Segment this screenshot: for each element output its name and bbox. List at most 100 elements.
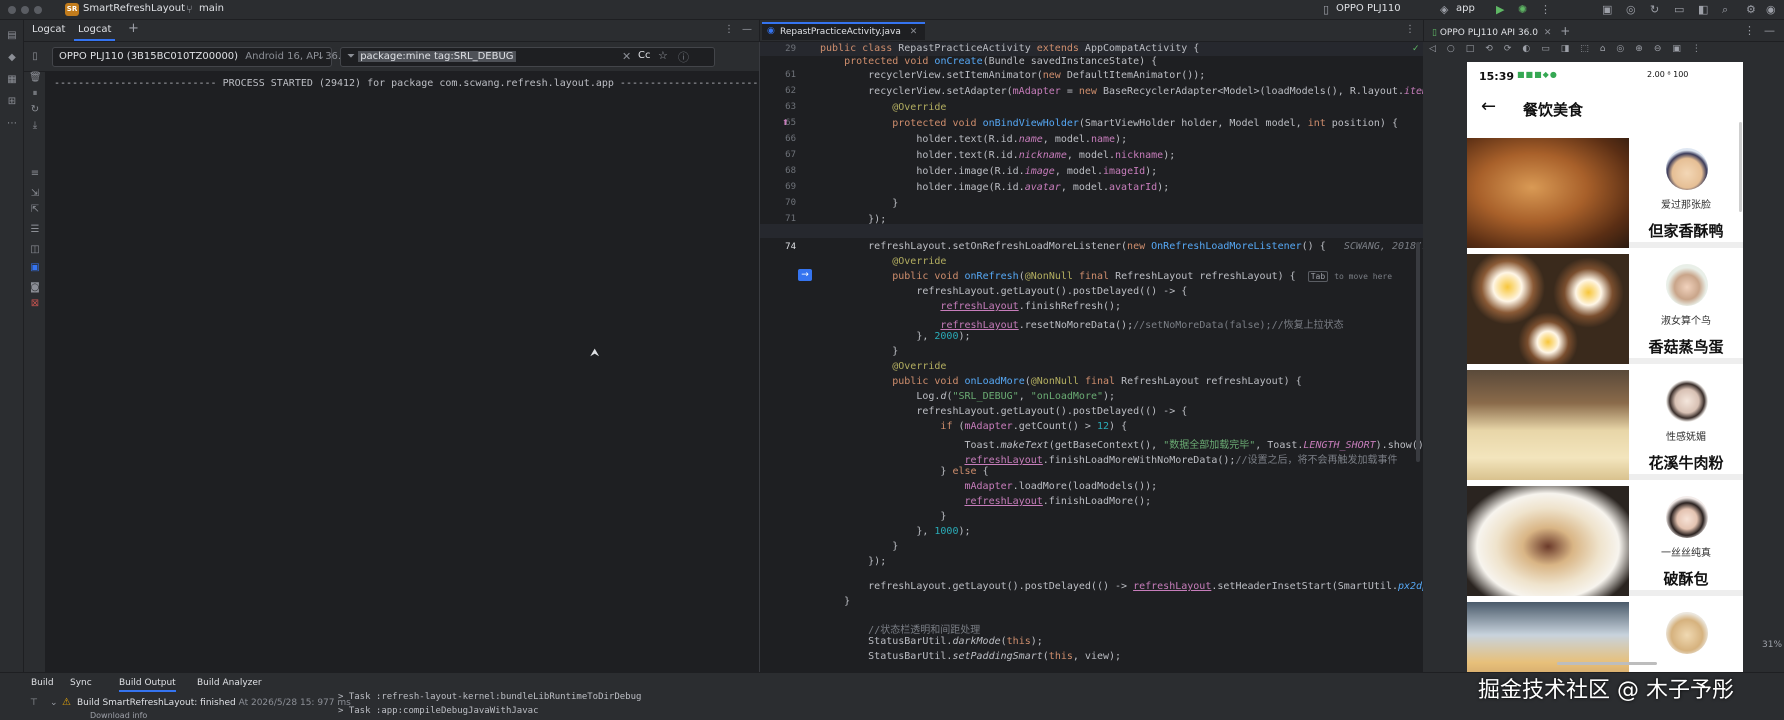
scroll-to-end-icon[interactable]: ⤓ [29,120,41,132]
minimize-icon[interactable]: — [742,24,752,35]
record-icon[interactable]: ◙ [29,282,41,294]
emulator-minimize-icon[interactable]: — [1764,24,1775,37]
emulator-control-icons[interactable]: ◁○□⟲⟳◐▭◨⬚⌂◎⊕⊖▣⋮ [1429,44,1712,54]
tab-build-output[interactable]: Build Output [119,678,176,692]
add-tab-icon[interactable]: + [128,21,139,36]
branch-dropdown[interactable]: main [199,3,224,14]
tab-sync[interactable]: Sync [70,678,92,688]
pause-icon[interactable]: ⏸ [29,88,41,100]
code-line: protected void onBindViewHolder(SmartVie… [892,118,1398,129]
format-icon[interactable]: ⇲ [29,188,41,200]
tab-running-device[interactable]: ▯ OPPO PLJ110 API 36.0 ✕ + [1432,24,1570,38]
dish-name: 花溪牛肉粉 [1648,454,1724,472]
structure-icon[interactable]: ⊞ [6,96,18,108]
vertical-scroll-indicator [1739,122,1742,212]
run-config-dropdown[interactable]: app [1456,3,1475,14]
expand-arrow-icon[interactable]: ⌄ [50,698,58,708]
override-gutter-icon[interactable]: → [798,269,812,281]
device-dropdown[interactable]: OPPO PLJ110 [1336,3,1401,14]
food-image [1467,254,1629,364]
line-number: 61 [785,70,796,80]
code-line: holder.image(R.id.image, model.imageId); [820,166,1158,177]
help-icon[interactable]: ⓘ [678,49,689,65]
resource-manager-icon[interactable]: ◆ [6,52,18,64]
chevron-down-icon: ⌄ [316,51,325,62]
more-tools-icon[interactable]: ⋯ [6,118,18,130]
window-close-control[interactable] [8,6,16,14]
dish-name: 但家香酥鸭 [1648,222,1724,240]
phone-screen[interactable]: 15:39 ■■■◆● 2.00 ⁸ 100 ← 餐饮美食 爱过那张脸 但家香酥… [1467,62,1743,672]
project-name-dropdown[interactable]: SmartRefreshLayout [83,3,185,14]
inspection-ok-icon[interactable]: ✓ [1412,44,1420,54]
settings-icon[interactable]: ⚙ [1746,3,1756,16]
override-marker-icon[interactable]: ⬆ [782,118,789,127]
close-device-tab-icon[interactable]: ✕ [1544,28,1552,38]
device-manager-icon[interactable]: ▭ [1674,3,1684,16]
window-minimize-control[interactable] [21,6,29,14]
clear-filter-icon[interactable]: ✕ [622,50,631,63]
match-case-toggle[interactable]: Cc [638,50,650,61]
run-icon[interactable]: ▶ [1496,3,1504,16]
account-icon[interactable]: ◉ [1766,3,1776,16]
attach-debugger-icon[interactable]: ▣ [1602,3,1612,16]
window-zoom-control[interactable] [34,6,42,14]
editor-options-icon[interactable]: ⋮ [1405,24,1415,35]
sync-icon[interactable]: ↻ [1650,3,1659,16]
split-icon[interactable]: ◫ [29,244,41,256]
code-line: }); [820,214,887,225]
logcat-output[interactable]: --------------------------- PROCESS STAR… [46,72,782,672]
clear-log-icon[interactable]: 🗑 [29,72,42,84]
screenshot-icon[interactable]: ▣ [29,262,41,274]
project-badge: SR [65,3,79,16]
profile-icon[interactable]: ◎ [1626,3,1636,16]
logcat-tool-icon[interactable]: ▦ [6,74,18,86]
editor-scrollbar[interactable] [1416,242,1420,462]
title-bar: SR SmartRefreshLayout ⑂ main ▯ OPPO PLJ1… [0,0,1784,20]
line-number: 74 [785,242,796,252]
back-arrow-icon[interactable]: ← [1481,96,1496,117]
download-info[interactable]: Download info [90,711,147,720]
list-item[interactable]: 性感妩媚 花溪牛肉粉 [1467,370,1743,480]
code-line: public class RepastPracticeActivity exte… [820,43,1200,54]
code-line: }, 1000); [820,526,971,537]
search-icon[interactable]: ⌕ [1722,3,1728,17]
device-select[interactable]: OPPO PLJ110 (3B15BC010TZ00000) Android 1… [52,47,347,67]
favorite-icon[interactable]: ☆ [658,49,668,62]
zoom-level[interactable]: 31% [1762,640,1782,650]
project-icon[interactable]: ▤ [6,30,18,42]
editor-tab-bar: ◉ RepastPracticeActivity.java ✕ ⋮ [759,20,1423,42]
warning-icon: ⚠ [62,697,71,708]
device-icon: ▯ [1432,28,1437,38]
soft-wrap-icon[interactable]: ≡ [29,168,41,180]
build-status[interactable]: Build SmartRefreshLayout: finished At 20… [77,698,351,708]
list-item[interactable]: 淑女算个鸟 香菇蒸鸟蛋 [1467,254,1743,364]
export-icon[interactable]: ⇱ [29,204,41,216]
code-line: StatusBarUtil.setPaddingSmart(this, view… [820,651,1122,662]
code-line: }); [820,556,887,567]
more-actions-icon[interactable]: ⋮ [1540,3,1551,16]
task-line: > Task :app:compileDebugJavaWithJavac [338,706,539,716]
options-icon[interactable]: ⋮ [724,24,734,35]
code-editor[interactable]: 29 public class RepastPracticeActivity e… [759,42,1423,672]
tab-build-analyzer[interactable]: Build Analyzer [197,678,262,688]
tab-logcat[interactable]: Logcat [73,24,116,41]
close-tab-icon[interactable]: ✕ [910,27,918,37]
phone-app-bar: ← 餐饮美食 [1467,88,1743,128]
list-item[interactable]: 一丝丝纯真 破酥包 [1467,486,1743,596]
emulator-options-icon[interactable]: ⋮ [1744,24,1755,37]
code-line: protected void onCreate(Bundle savedInst… [844,56,1158,67]
code-line: @Override [892,256,947,267]
pin-icon[interactable]: ⊤ [30,698,38,708]
add-device-icon[interactable]: + [1560,24,1570,38]
tab-build[interactable]: Build [31,678,54,688]
code-line: } [820,198,899,209]
tab-repast-practice-activity[interactable]: ◉ RepastPracticeActivity.java ✕ [762,22,926,40]
filter-settings-icon[interactable]: ☰ [29,224,41,236]
list-item[interactable]: 爱过那张脸 但家香酥鸭 [1467,138,1743,248]
restart-icon[interactable]: ↻ [29,104,41,116]
device-select-label: OPPO PLJ110 (3B15BC010TZ00000) [59,51,239,62]
stop-icon[interactable]: ⊠ [29,298,41,310]
sdk-icon[interactable]: ◧ [1698,3,1708,16]
build-result: finished [200,698,236,708]
debug-icon[interactable]: ✺ [1518,3,1527,16]
